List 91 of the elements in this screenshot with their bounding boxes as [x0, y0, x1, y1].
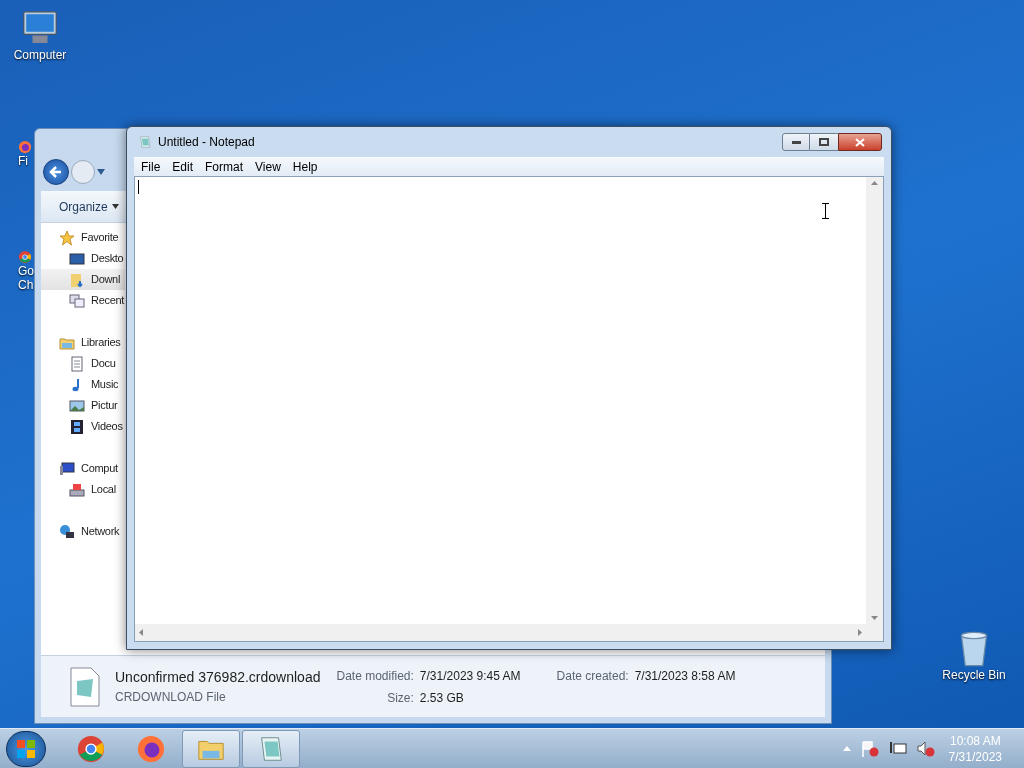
film-strip-icon [69, 418, 85, 435]
nav-item[interactable]: Downl [41, 269, 125, 290]
hard-drive-icon [69, 481, 85, 498]
shortcut-label: Recycle Bin [942, 668, 1006, 682]
firefox-icon [18, 140, 32, 154]
nav-item[interactable]: Libraries [41, 332, 125, 353]
scroll-up-icon [871, 181, 878, 185]
scroll-left-icon [139, 629, 143, 636]
star-icon [59, 229, 75, 246]
folder-download-icon [69, 271, 85, 288]
desktop-shortcut[interactable]: Recycle Bin [936, 628, 1012, 682]
scroll-down-icon [871, 616, 878, 620]
picture-icon [69, 397, 85, 414]
vertical-scrollbar[interactable] [866, 177, 883, 624]
nav-label: Comput [81, 461, 118, 477]
nav-label: Recent [91, 293, 125, 309]
nav-item[interactable]: Network [41, 521, 125, 542]
file-type: CRDOWNLOAD File [115, 689, 227, 706]
nav-item[interactable]: Comput [41, 458, 125, 479]
firefox-icon [136, 733, 166, 764]
nav-item[interactable]: Videos [41, 416, 125, 437]
start-button[interactable] [6, 730, 46, 767]
close-icon [855, 137, 865, 147]
shortcut-label: Computer [13, 48, 67, 62]
notepad-icon [138, 135, 152, 149]
monitor-icon [69, 250, 85, 267]
file-name: Unconfirmed 376982.crdownload [115, 668, 321, 687]
nav-label: Pictur [91, 398, 118, 414]
detail-value: 7/31/2023 8:58 AM [634, 667, 736, 685]
organize-button[interactable]: Organize [59, 197, 119, 216]
detail-value: 2.53 GB [419, 689, 465, 707]
dropdown-caret-icon [97, 169, 105, 175]
nav-label: Docu [91, 356, 116, 372]
menu-item[interactable]: Format [200, 157, 249, 176]
show-hidden-icons-icon [842, 746, 851, 751]
clock-date: 7/31/2023 [948, 748, 1002, 765]
maximize-button[interactable] [810, 133, 838, 151]
nav-item[interactable]: Local [41, 479, 125, 500]
desktop-shortcut[interactable]: Go Ch [4, 250, 32, 292]
text-cursor [138, 180, 139, 194]
file-icon [69, 666, 101, 707]
back-arrow-icon [49, 165, 63, 179]
nav-item[interactable]: Favorite [41, 227, 125, 248]
nav-label: Favorite [81, 230, 119, 246]
network-icon [888, 740, 907, 757]
detail-label: Date modified: [336, 667, 414, 685]
clock-time: 10:08 AM [949, 732, 1001, 749]
caret-icon [111, 204, 119, 209]
scroll-right-icon [858, 629, 862, 636]
computer-icon [59, 460, 75, 477]
nav-label: Local [91, 482, 116, 498]
menu-item[interactable]: File [136, 157, 166, 176]
minimize-icon [791, 140, 801, 144]
desktop-shortcut[interactable]: Fi [4, 140, 32, 168]
nav-item[interactable]: Docu [41, 353, 125, 374]
nav-label: Downl [91, 272, 121, 288]
chrome-icon [18, 250, 32, 264]
close-button[interactable] [838, 133, 882, 151]
detail-label: Size: [386, 689, 414, 707]
i-beam-cursor-icon [822, 203, 829, 219]
detail-value: 7/31/2023 9:45 AM [419, 667, 521, 685]
taskbar-button[interactable] [182, 729, 240, 768]
nav-item[interactable]: Pictur [41, 395, 125, 416]
speaker-muted-icon [916, 740, 935, 757]
flag-warning-icon [860, 740, 879, 757]
nav-item[interactable]: Recent [41, 290, 125, 311]
nav-label: Deskto [91, 251, 124, 267]
detail-label: Date created: [555, 667, 629, 685]
horizontal-scrollbar[interactable] [135, 624, 866, 641]
nav-item[interactable]: Music [41, 374, 125, 395]
nav-label: Music [91, 377, 119, 393]
maximize-icon [819, 138, 829, 146]
windows-logo-icon [17, 739, 35, 758]
back-button[interactable] [43, 159, 69, 185]
menu-item[interactable]: Edit [167, 157, 199, 176]
window-title: Untitled - Notepad [158, 134, 255, 151]
shortcut-label: Go [18, 264, 34, 278]
nav-label: Libraries [81, 335, 121, 351]
taskbar-button[interactable] [242, 729, 300, 768]
shortcut-label: Ch [18, 278, 34, 292]
nav-label: Network [81, 524, 120, 540]
minimize-button[interactable] [782, 133, 810, 151]
recent-places-icon [69, 292, 85, 309]
nav-label: Videos [91, 419, 123, 435]
nav-item[interactable]: Deskto [41, 248, 125, 269]
chrome-icon [76, 733, 106, 764]
shortcut-label: Fi [18, 154, 28, 168]
desktop-shortcut[interactable]: Computer [2, 8, 78, 62]
menu-item[interactable]: Help [287, 157, 323, 176]
document-icon [69, 355, 85, 372]
menu-item[interactable]: View [250, 157, 286, 176]
